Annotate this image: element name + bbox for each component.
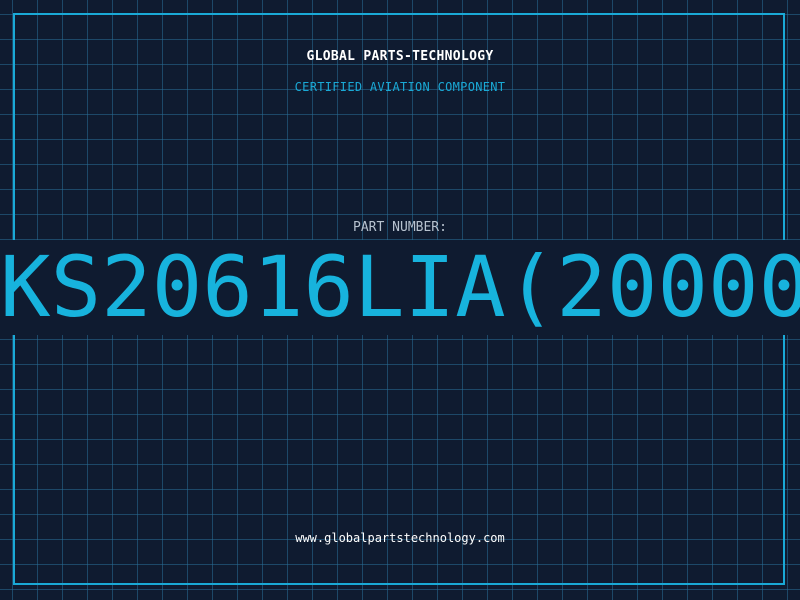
part-number-value: KS20616LIA(200000HM — [0, 240, 800, 335]
part-number-band: KS20616LIA(200000HM — [0, 240, 800, 335]
certificate-page: GLOBAL PARTS-TECHNOLOGY CERTIFIED AVIATI… — [0, 0, 800, 600]
part-number-label: PART NUMBER: — [353, 220, 447, 235]
company-name: GLOBAL PARTS-TECHNOLOGY — [306, 49, 494, 64]
website-url: www.globalpartstechnology.com — [295, 531, 505, 545]
certification-subtitle: CERTIFIED AVIATION COMPONENT — [294, 80, 506, 94]
